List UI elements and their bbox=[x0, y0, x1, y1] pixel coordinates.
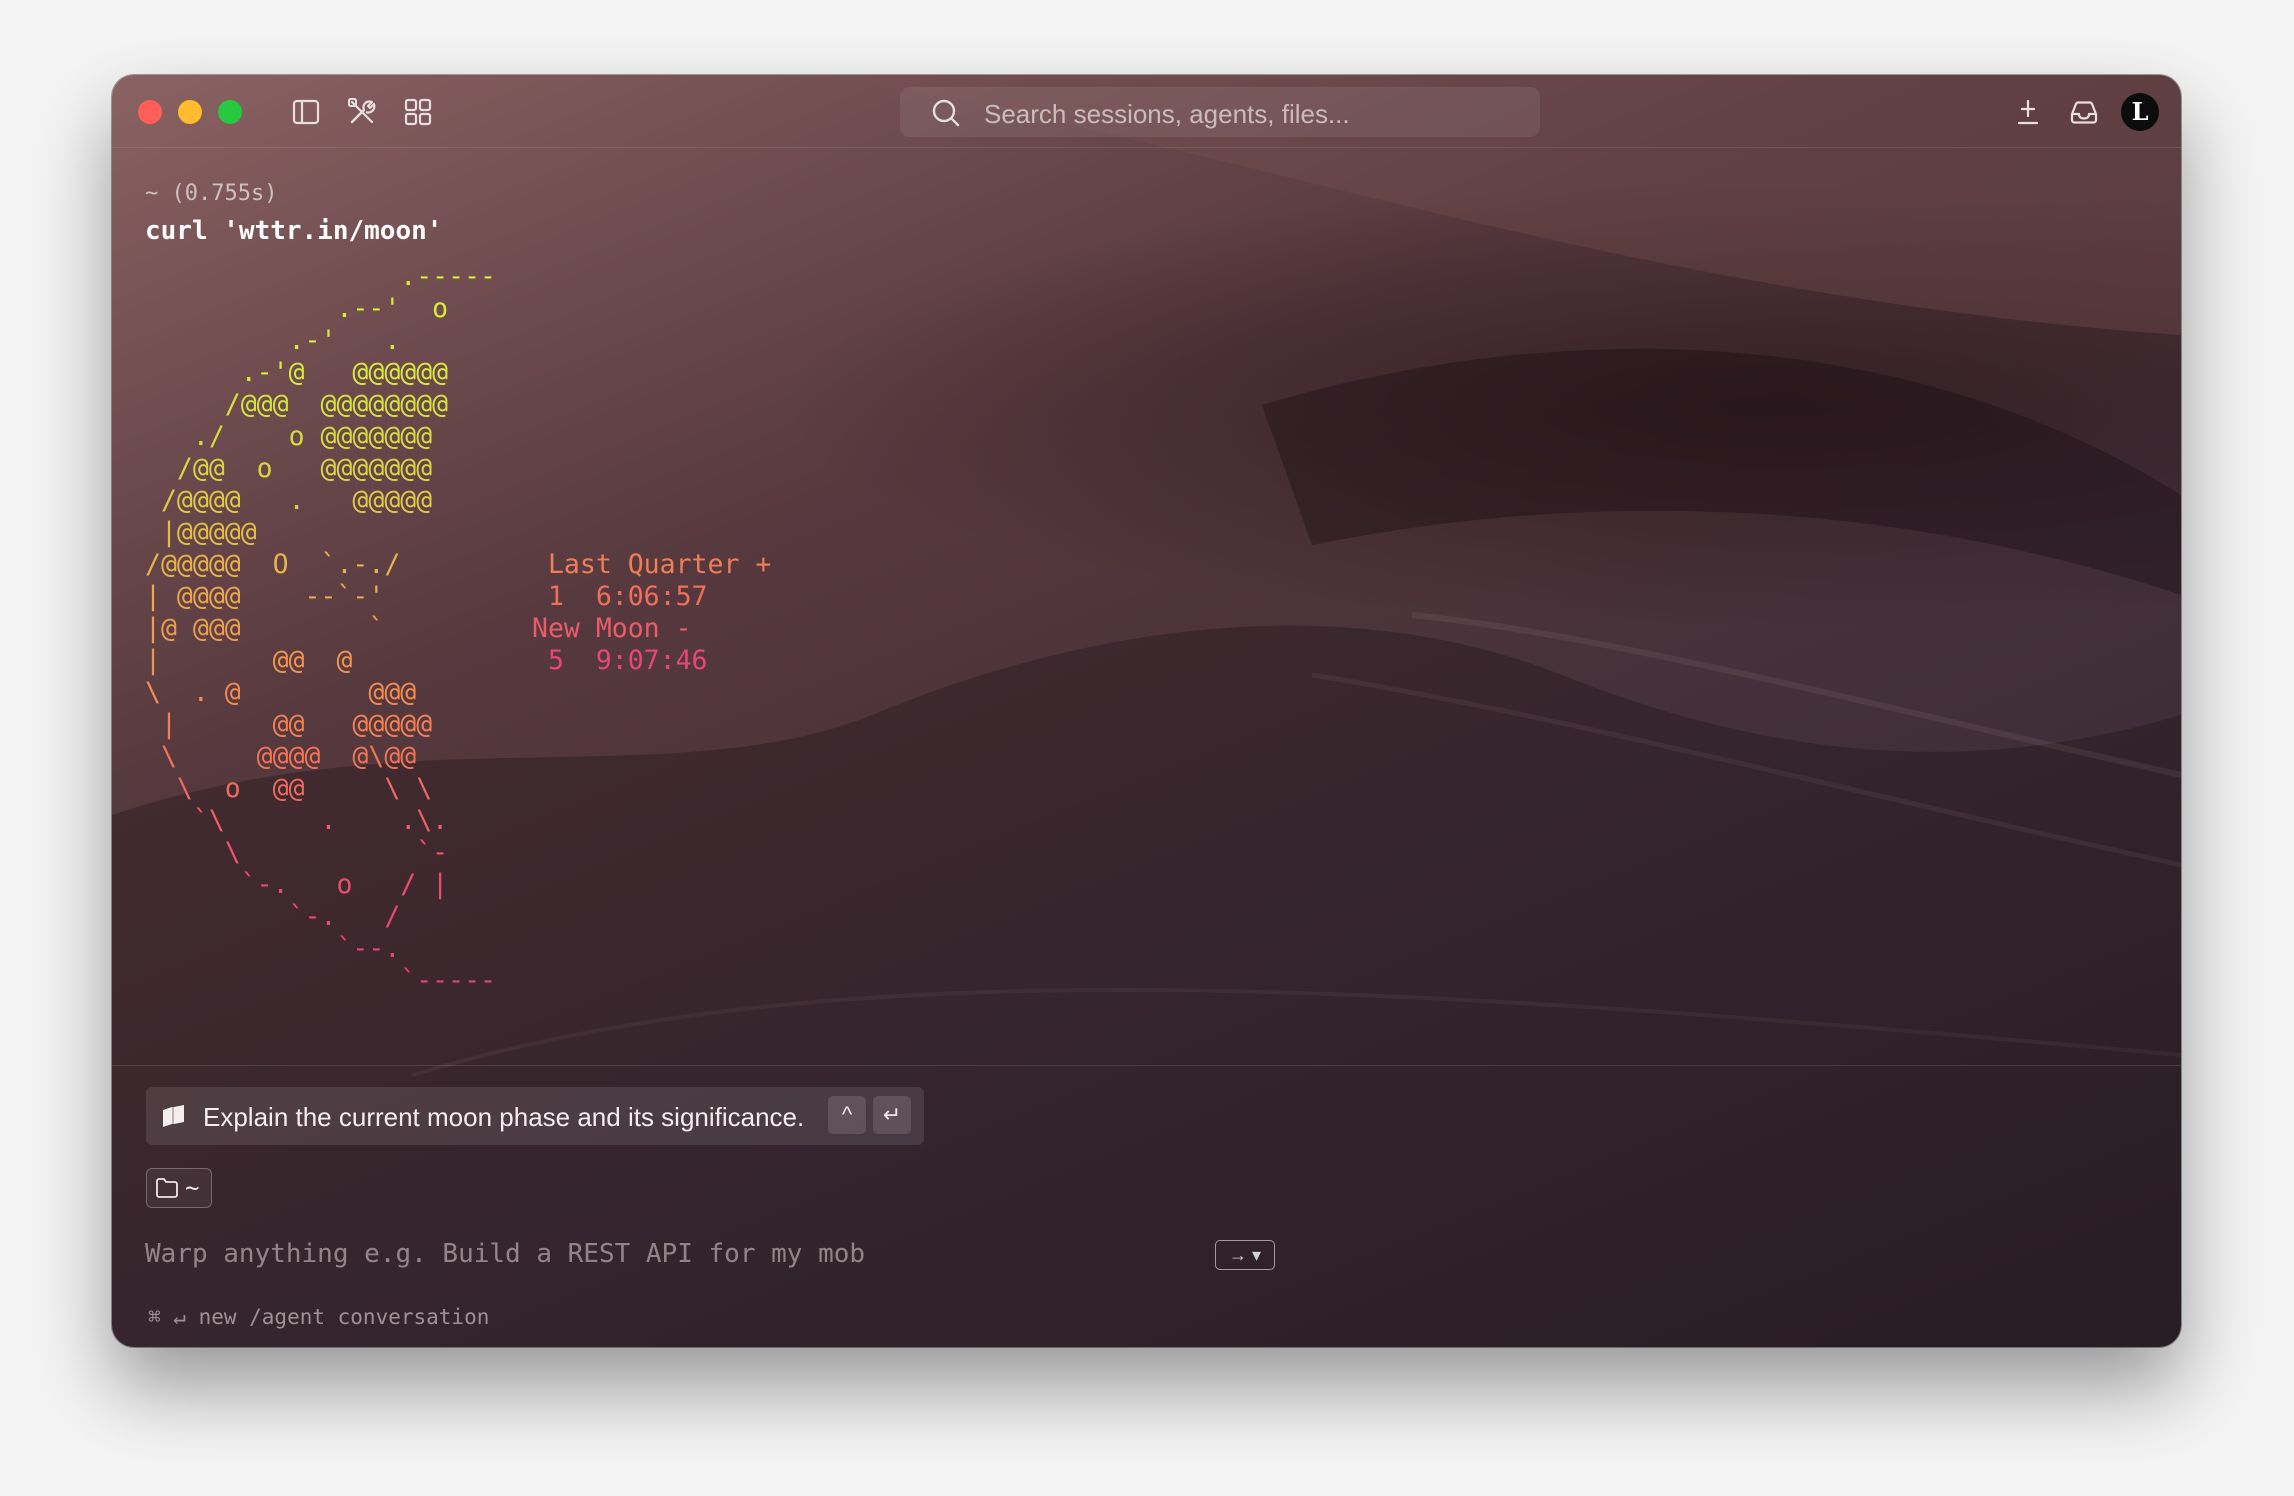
moon-art-line: `-. o / | bbox=[145, 869, 449, 900]
directory-label: ~ bbox=[185, 1174, 200, 1202]
title-bar: Search sessions, agents, files... L bbox=[112, 75, 2181, 148]
moon-art-line: \ o @@ \ \ bbox=[145, 773, 433, 804]
moon-art-line: ./ o @@@@@@@ bbox=[145, 421, 433, 452]
moon-art-line: /@@@ @@@@@@@@ bbox=[145, 389, 449, 420]
search-bar[interactable]: Search sessions, agents, files... bbox=[900, 87, 1540, 137]
moon-art-line: /@@@@@ O `.-./ bbox=[145, 549, 401, 580]
inbox-icon[interactable] bbox=[2068, 96, 2100, 128]
moon-phase-info: Last Quarter + 1 6:06:57 New Moon - 5 9:0… bbox=[532, 549, 771, 677]
moon-art-line: \ `- bbox=[145, 837, 449, 868]
input-divider bbox=[112, 1065, 2181, 1066]
moon-art-line: | @@ @@@@@ bbox=[145, 709, 433, 740]
moon-phase-line: New Moon - bbox=[532, 613, 692, 644]
moon-art-line: `\ . .\. bbox=[145, 805, 449, 836]
moon-art-line: | @@@@ --`-' bbox=[145, 581, 385, 612]
moon-art-line: \ @@@@ @\@@ bbox=[145, 741, 417, 772]
mode-selector[interactable]: → ▾ bbox=[1215, 1240, 1275, 1270]
grid-icon[interactable] bbox=[402, 96, 434, 128]
moon-ascii-art: .----- .--' o .-' . .-'@ @@@@@@ /@@@ @@@… bbox=[145, 261, 496, 997]
moon-art-line: \ . @ @@@ bbox=[145, 677, 417, 708]
close-window-button[interactable] bbox=[138, 100, 162, 124]
moon-art-line: /@@ o @@@@@@@ bbox=[145, 453, 433, 484]
terminal-window: Search sessions, agents, files... L ~ (0… bbox=[112, 75, 2181, 1347]
tools-icon[interactable] bbox=[346, 96, 378, 128]
suggestion-text: Explain the current moon phase and its s… bbox=[203, 1102, 805, 1132]
moon-art-line: |@@@@@ bbox=[145, 517, 257, 548]
moon-art-line: `----- bbox=[145, 965, 496, 996]
minimize-window-button[interactable] bbox=[178, 100, 202, 124]
moon-art-line: /@@@@ . @@@@@ bbox=[145, 485, 433, 516]
moon-art-line: | @@ @ bbox=[145, 645, 353, 676]
prompt-suggestion[interactable]: Explain the current moon phase and its s… bbox=[146, 1087, 924, 1145]
moon-art-line: .-' . bbox=[145, 325, 401, 356]
moon-art-line: `-. / bbox=[145, 901, 401, 932]
moon-art-line: .----- bbox=[145, 261, 496, 292]
prompt-input[interactable] bbox=[145, 1236, 865, 1272]
folder-icon bbox=[155, 1177, 179, 1199]
moon-phase-line: Last Quarter + bbox=[532, 549, 772, 580]
moon-art-line: |@ @@@ ` bbox=[145, 613, 385, 644]
moon-art-line: `--. bbox=[145, 933, 401, 964]
sidebar-toggle-icon[interactable] bbox=[290, 96, 322, 128]
zoom-window-button[interactable] bbox=[218, 100, 242, 124]
book-icon bbox=[160, 1102, 188, 1130]
moon-phase-line: 5 9:07:46 bbox=[532, 645, 708, 676]
moon-art-line: .-'@ @@@@@@ bbox=[145, 357, 449, 388]
ctrl-key-hint: ^ bbox=[828, 1096, 866, 1134]
block-metadata: ~ (0.755s) bbox=[145, 181, 278, 206]
moon-art-line: .--' o bbox=[145, 293, 449, 324]
block-command[interactable]: curl 'wttr.in/moon' bbox=[145, 216, 442, 246]
user-avatar[interactable]: L bbox=[2121, 93, 2159, 131]
search-icon bbox=[930, 97, 962, 129]
keyboard-hint: ⌘ ↵ new /agent conversation bbox=[148, 1305, 490, 1329]
download-icon[interactable] bbox=[2012, 96, 2044, 128]
search-placeholder: Search sessions, agents, files... bbox=[984, 99, 1350, 129]
enter-key-hint: ↵ bbox=[873, 1096, 911, 1134]
moon-phase-line: 1 6:06:57 bbox=[532, 581, 708, 612]
directory-chip[interactable]: ~ bbox=[146, 1168, 212, 1208]
